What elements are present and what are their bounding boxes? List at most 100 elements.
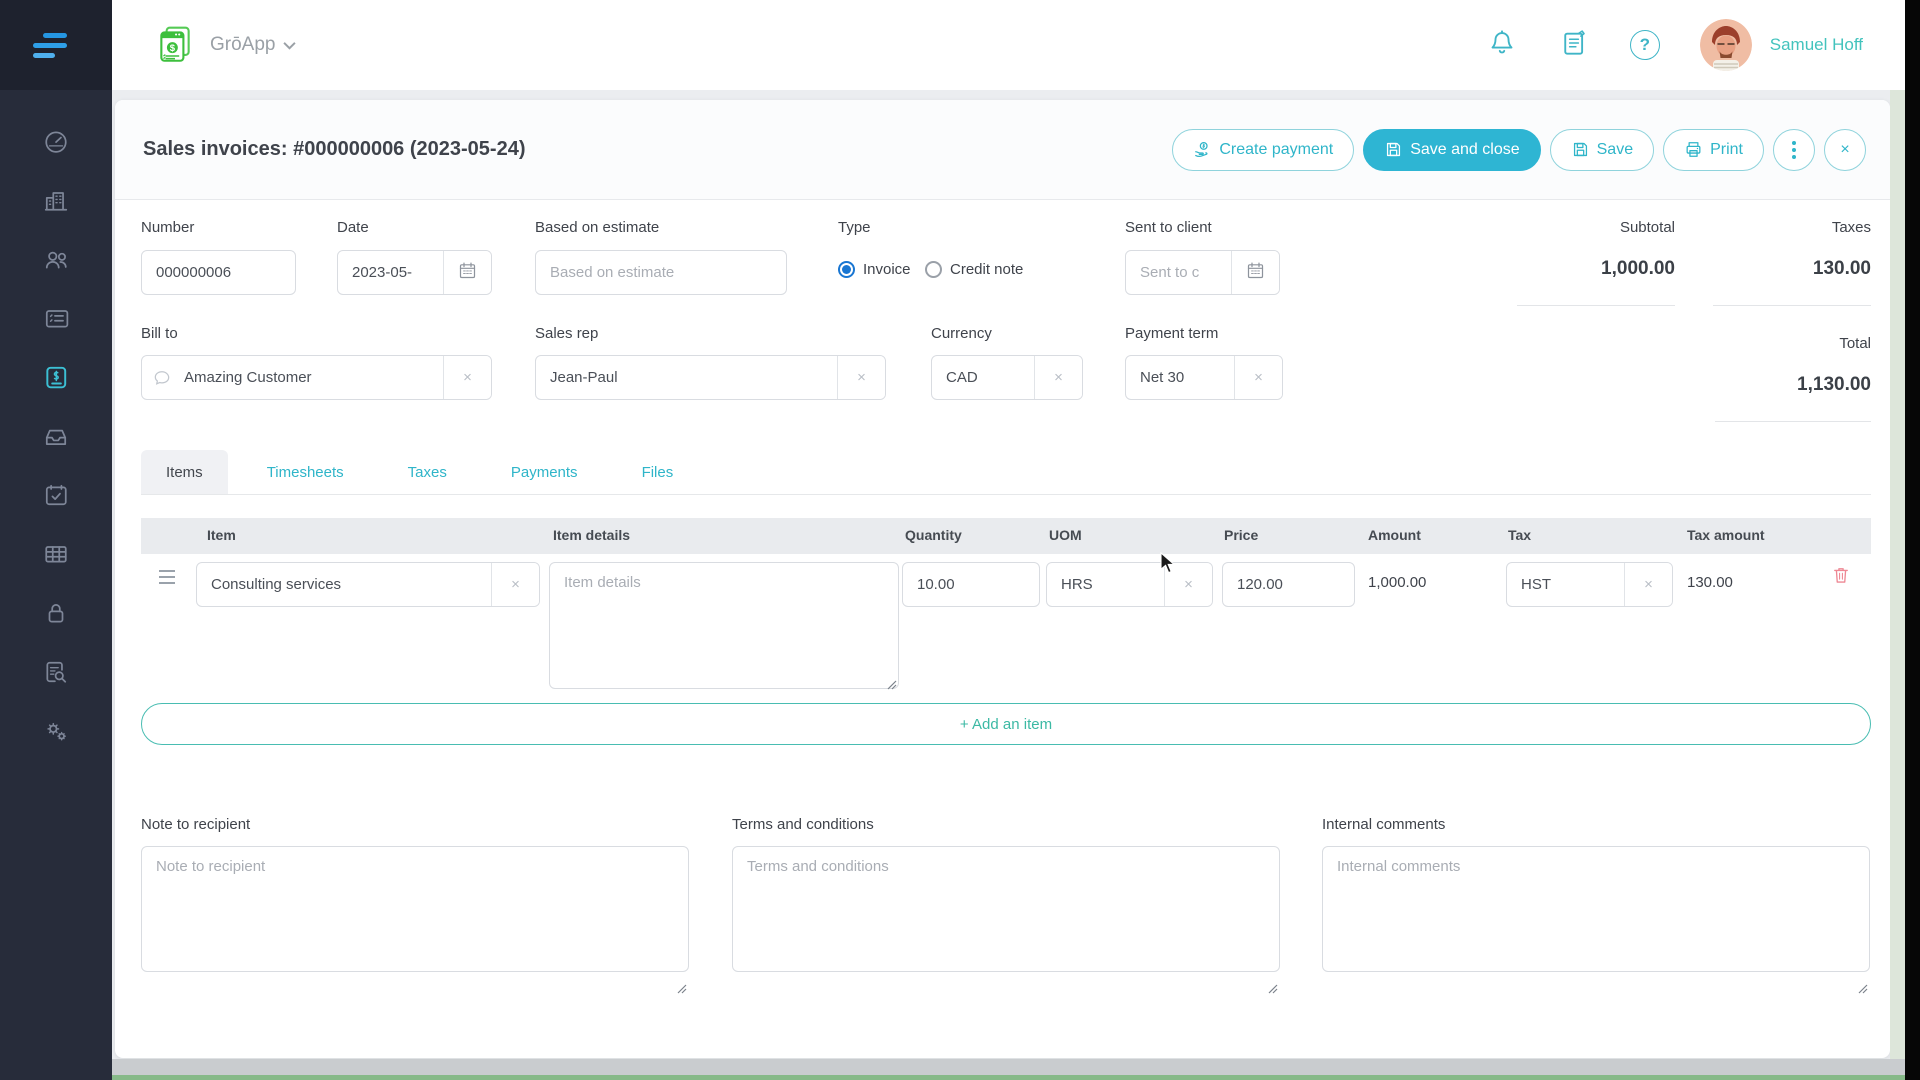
delete-row-button[interactable] bbox=[1831, 564, 1851, 591]
item-field[interactable]: × bbox=[196, 562, 540, 607]
item-details-textarea[interactable] bbox=[549, 562, 899, 689]
tab-timesheets[interactable]: Timesheets bbox=[242, 450, 369, 494]
payment-term-clear-button[interactable]: × bbox=[1234, 356, 1282, 399]
price-input[interactable] bbox=[1223, 563, 1354, 606]
sidebar-item-checklist[interactable] bbox=[43, 307, 69, 333]
date-field[interactable] bbox=[337, 250, 492, 295]
payment-term-input[interactable] bbox=[1126, 356, 1234, 399]
total-block: Total 1,130.00 bbox=[1715, 335, 1871, 422]
sent-to-client-field[interactable] bbox=[1125, 250, 1280, 295]
item-clear-button[interactable]: × bbox=[491, 563, 539, 606]
note-to-recipient-label: Note to recipient bbox=[141, 816, 689, 833]
quantity-input[interactable] bbox=[903, 563, 1039, 606]
notifications-button[interactable] bbox=[1486, 29, 1518, 61]
tax-field[interactable]: × bbox=[1506, 562, 1673, 607]
page-title: Sales invoices: #000000006 (2023-05-24) bbox=[143, 138, 526, 161]
currency-field[interactable]: × bbox=[931, 355, 1083, 400]
tax-input[interactable] bbox=[1507, 563, 1624, 606]
date-picker-button[interactable] bbox=[443, 251, 491, 294]
resize-handle-icon[interactable] bbox=[1858, 981, 1868, 991]
payment-term-field[interactable]: × bbox=[1125, 355, 1283, 400]
save-button[interactable]: Save bbox=[1550, 129, 1654, 171]
sent-to-client-input[interactable] bbox=[1126, 251, 1231, 294]
based-on-estimate-input[interactable] bbox=[536, 251, 786, 294]
resize-handle-icon[interactable] bbox=[1268, 981, 1278, 991]
clear-x-icon: × bbox=[463, 369, 472, 386]
sidebar-item-inbox[interactable] bbox=[43, 425, 69, 451]
topbar: $ GrōApp ? Samuel Hoff bbox=[112, 0, 1905, 90]
tab-files[interactable]: Files bbox=[617, 450, 699, 494]
close-button[interactable]: × bbox=[1824, 129, 1866, 171]
note-to-recipient-textarea[interactable] bbox=[141, 846, 689, 972]
type-option-credit-note[interactable]: Credit note bbox=[925, 261, 1023, 278]
more-actions-button[interactable] bbox=[1773, 129, 1815, 171]
user-name[interactable]: Samuel Hoff bbox=[1770, 35, 1863, 55]
sales-rep-clear-button[interactable]: × bbox=[837, 356, 885, 399]
company-building-icon bbox=[43, 187, 69, 218]
sidebar-item-calendar[interactable] bbox=[43, 484, 69, 510]
calendar-check-icon bbox=[43, 482, 69, 513]
date-input[interactable] bbox=[338, 251, 443, 294]
based-on-estimate-field[interactable] bbox=[535, 250, 787, 295]
subtotal-value: 1,000.00 bbox=[1517, 258, 1675, 280]
sidebar-item-company[interactable] bbox=[43, 189, 69, 215]
tax-clear-button[interactable]: × bbox=[1624, 563, 1672, 606]
clear-x-icon: × bbox=[1184, 576, 1193, 593]
tab-items[interactable]: Items bbox=[141, 450, 228, 494]
tab-payments[interactable]: Payments bbox=[486, 450, 603, 494]
app-name-label: GrōApp bbox=[210, 34, 275, 56]
sidebar-item-settings[interactable] bbox=[43, 720, 69, 746]
sidebar-item-contacts[interactable] bbox=[43, 248, 69, 274]
tab-taxes[interactable]: Taxes bbox=[383, 450, 472, 494]
app-switcher[interactable]: GrōApp bbox=[210, 34, 296, 56]
inbox-tray-icon bbox=[43, 423, 69, 454]
col-uom: UOM bbox=[1049, 527, 1082, 543]
number-input[interactable] bbox=[142, 251, 295, 294]
add-item-button[interactable]: + Add an item bbox=[141, 703, 1871, 745]
sidebar-item-reports[interactable] bbox=[43, 661, 69, 687]
bill-to-input[interactable] bbox=[182, 356, 443, 399]
number-field[interactable] bbox=[141, 250, 296, 295]
help-button[interactable]: ? bbox=[1630, 30, 1660, 60]
uom-field[interactable]: × bbox=[1046, 562, 1213, 607]
sidebar-item-tables[interactable] bbox=[43, 543, 69, 569]
print-button[interactable]: Print bbox=[1663, 129, 1764, 171]
svg-text:$: $ bbox=[170, 43, 176, 54]
uom-clear-button[interactable]: × bbox=[1164, 563, 1212, 606]
news-button[interactable] bbox=[1558, 29, 1590, 61]
bill-to-clear-button[interactable]: × bbox=[443, 356, 491, 399]
internal-comments-textarea[interactable] bbox=[1322, 846, 1870, 972]
invoice-radio-label: Invoice bbox=[863, 261, 911, 278]
currency-input[interactable] bbox=[932, 356, 1034, 399]
note-to-recipient-block: Note to recipient bbox=[141, 816, 689, 972]
screen-right-border bbox=[1905, 0, 1920, 1080]
bill-to-field[interactable]: × bbox=[141, 355, 492, 400]
hamburger-menu-icon[interactable] bbox=[33, 28, 79, 62]
uom-input[interactable] bbox=[1047, 563, 1164, 606]
sent-date-picker-button[interactable] bbox=[1231, 251, 1279, 294]
save-and-close-button[interactable]: Save and close bbox=[1363, 129, 1540, 171]
item-input[interactable] bbox=[197, 563, 491, 606]
row-drag-handle[interactable] bbox=[159, 570, 175, 589]
trash-icon bbox=[1831, 573, 1851, 590]
subtotal-label: Subtotal bbox=[1517, 219, 1675, 236]
type-option-invoice[interactable]: Invoice bbox=[838, 261, 911, 278]
bottom-scroll-track bbox=[112, 1059, 1905, 1075]
scrollbar-track[interactable] bbox=[1890, 90, 1905, 1080]
sidebar-item-sales-invoices[interactable] bbox=[43, 366, 69, 392]
sales-rep-input[interactable] bbox=[536, 356, 837, 399]
price-field[interactable] bbox=[1222, 562, 1355, 607]
amount-value: 1,000.00 bbox=[1368, 574, 1426, 591]
resize-handle-icon[interactable] bbox=[677, 981, 687, 991]
internal-comments-block: Internal comments bbox=[1322, 816, 1870, 972]
sidebar-item-security[interactable] bbox=[43, 602, 69, 628]
currency-clear-button[interactable]: × bbox=[1034, 356, 1082, 399]
create-payment-button[interactable]: Create payment bbox=[1172, 129, 1354, 171]
terms-textarea[interactable] bbox=[732, 846, 1280, 972]
avatar[interactable] bbox=[1700, 19, 1752, 71]
col-item-details: Item details bbox=[553, 527, 630, 543]
app-logo-icon[interactable]: $ bbox=[154, 24, 196, 66]
sidebar-item-dashboard[interactable] bbox=[43, 130, 69, 156]
sales-rep-field[interactable]: × bbox=[535, 355, 886, 400]
quantity-field[interactable] bbox=[902, 562, 1040, 607]
